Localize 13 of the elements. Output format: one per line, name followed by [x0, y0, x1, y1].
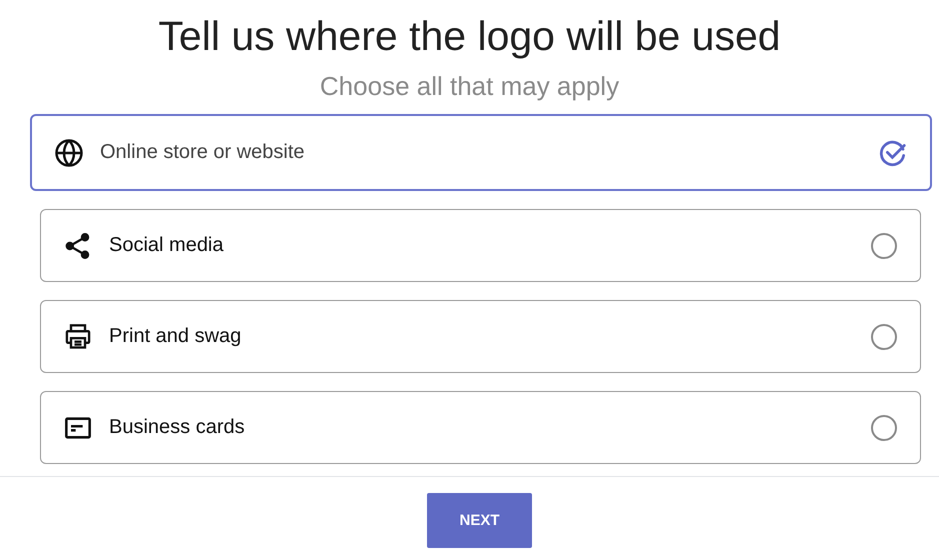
option-button[interactable]: Business cards — [40, 391, 921, 464]
radio-circle[interactable] — [870, 414, 898, 442]
next-button[interactable]: NEXT — [427, 493, 532, 548]
share-icon — [64, 232, 92, 260]
option-button[interactable]: Online store or website — [30, 114, 932, 191]
radio-circle[interactable] — [870, 232, 898, 260]
option-button[interactable]: Social media — [40, 209, 921, 282]
page-title: Tell us where the logo will be used — [157, 12, 782, 60]
globe-icon — [54, 138, 84, 168]
radio-circle[interactable] — [870, 322, 898, 350]
printer-icon — [64, 322, 92, 350]
option-button[interactable]: Print and swag — [40, 300, 921, 373]
page-subtitle: Choose all that may apply — [318, 70, 620, 102]
